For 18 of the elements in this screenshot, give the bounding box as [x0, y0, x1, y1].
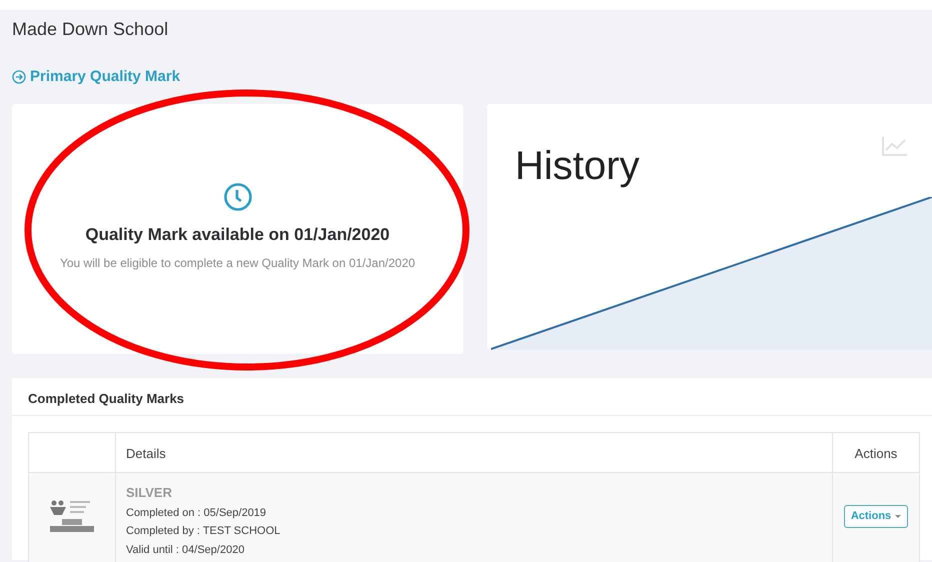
actions-dropdown-button[interactable]: Actions	[844, 505, 908, 528]
column-header: Details	[116, 433, 833, 472]
clock-icon	[222, 182, 252, 212]
completed-on-text: Completed on : 05/Sep/2019	[126, 506, 268, 520]
page-title: Made Down School	[12, 18, 170, 41]
panel-title: Completed Quality Marks	[12, 378, 932, 416]
line-chart-icon	[882, 136, 908, 156]
valid-until-text: Valid until : 04/Sep/2020	[126, 542, 246, 558]
section-link[interactable]: Primary Quality Mark	[30, 66, 180, 88]
status-heading: Quality Mark available on 01/Jan/2020	[85, 224, 390, 246]
column-header: Actions	[854, 445, 898, 463]
badge-logo-drawing	[48, 499, 96, 533]
level-label: SILVER	[126, 484, 173, 502]
completed-by-text: Completed by : TEST SCHOOL	[126, 524, 282, 539]
caret-icon	[895, 514, 902, 518]
history-title: History	[515, 143, 640, 190]
status-message: You will be eligible to complete a new Quality Mark on 01/Jan/2020	[60, 254, 416, 272]
arrow-circle-icon	[12, 70, 26, 84]
